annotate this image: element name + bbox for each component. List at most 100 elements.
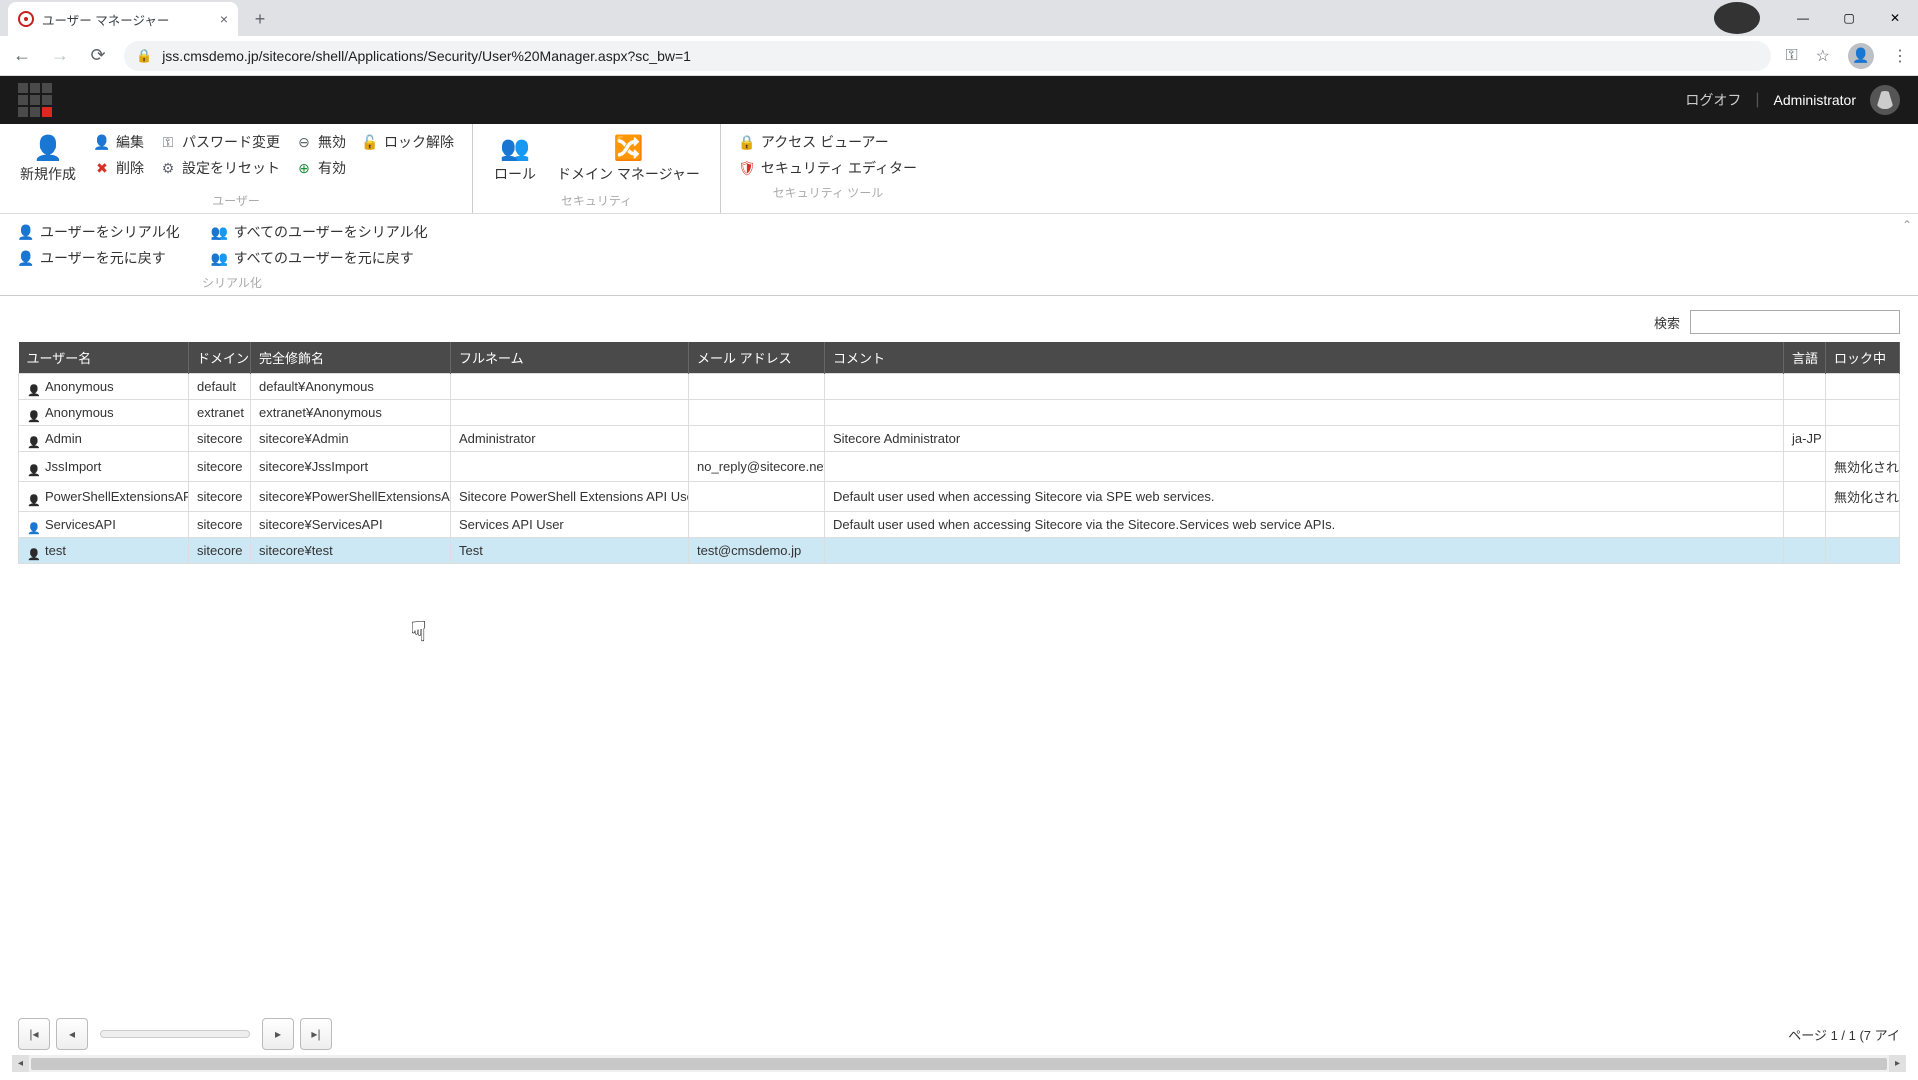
forward-button[interactable]: → bbox=[48, 45, 72, 66]
lock-icon: 🔒 bbox=[739, 134, 755, 150]
user-row-icon bbox=[27, 462, 39, 474]
app-header: ログオフ | Administrator bbox=[0, 76, 1918, 124]
star-icon[interactable]: ☆ bbox=[1816, 46, 1830, 66]
key-icon[interactable]: ⚿ bbox=[1785, 47, 1797, 65]
change-password-button[interactable]: ⚿パスワード変更 bbox=[154, 130, 286, 154]
edit-button[interactable]: 👤編集 bbox=[88, 130, 150, 154]
back-button[interactable]: ← bbox=[10, 45, 34, 66]
col-fullname[interactable]: フルネーム bbox=[451, 342, 689, 374]
table-row[interactable]: PowerShellExtensionsAPIsitecoresitecore¥… bbox=[19, 482, 1900, 512]
ribbon-group-label: ユーザー bbox=[12, 188, 460, 211]
user-icon: 👤 bbox=[18, 224, 34, 240]
ribbon-serialize: 👤ユーザーをシリアル化 👤ユーザーを元に戻す 👥すべてのユーザーをシリアル化 👥… bbox=[0, 214, 1918, 296]
window-controls: — ▢ ✕ bbox=[1714, 0, 1918, 36]
browser-tab[interactable]: ユーザー マネージャー × bbox=[8, 2, 238, 36]
scroll-right-icon[interactable]: ▸ bbox=[1889, 1055, 1906, 1072]
user-add-icon: 👤 bbox=[34, 134, 62, 162]
gear-icon: ⚙ bbox=[160, 160, 176, 176]
ribbon-group-label: セキュリティ ツール bbox=[733, 180, 923, 203]
serialize-all-button[interactable]: 👥すべてのユーザーをシリアル化 bbox=[206, 220, 434, 244]
role-button[interactable]: 👥 ロール bbox=[485, 130, 545, 188]
col-domain[interactable]: ドメイン bbox=[189, 342, 251, 374]
unlock-button[interactable]: 🔓ロック解除 bbox=[356, 130, 460, 154]
table-row[interactable]: Anonymousextranetextranet¥Anonymous bbox=[19, 400, 1900, 426]
cursor-icon: ☟ bbox=[410, 615, 427, 648]
shield-icon: 🛡 bbox=[739, 160, 755, 176]
next-page-button[interactable]: ▸ bbox=[262, 1018, 294, 1050]
ribbon-group-security-tools: 🔒アクセス ビューアー 🛡セキュリティ エディター セキュリティ ツール bbox=[721, 124, 935, 213]
search-bar: 検索 bbox=[0, 296, 1918, 342]
enable-button[interactable]: ⊕有効 bbox=[290, 156, 352, 180]
table-row[interactable]: JssImportsitecoresitecore¥JssImportno_re… bbox=[19, 452, 1900, 482]
prev-page-button[interactable]: ◂ bbox=[56, 1018, 88, 1050]
users-icon: 👥 bbox=[212, 224, 228, 240]
first-page-button[interactable]: |◂ bbox=[18, 1018, 50, 1050]
last-page-button[interactable]: ▸| bbox=[300, 1018, 332, 1050]
browser-address-bar: ← → ⟳ 🔒 jss.cmsdemo.jp/sitecore/shell/Ap… bbox=[0, 36, 1918, 76]
unlock-icon: 🔓 bbox=[362, 134, 378, 150]
ribbon: 👤 新規作成 👤編集 ✖削除 ⚿パスワード変更 ⚙設定をリセット ⊖無効 ⊕有効… bbox=[0, 124, 1918, 214]
pager-info: ページ 1 / 1 (7 アイ bbox=[1788, 1025, 1900, 1044]
table-row[interactable]: Anonymousdefaultdefault¥Anonymous bbox=[19, 374, 1900, 400]
scroll-thumb[interactable] bbox=[31, 1058, 1887, 1070]
search-label: 検索 bbox=[1654, 313, 1680, 332]
user-grid: ユーザー名 ドメイン 完全修飾名 フルネーム メール アドレス コメント 言語 … bbox=[0, 342, 1918, 564]
disable-button[interactable]: ⊖無効 bbox=[290, 130, 352, 154]
domain-icon: 🔀 bbox=[614, 134, 642, 162]
browser-profile-icon[interactable]: 👤 bbox=[1848, 43, 1874, 69]
disable-icon: ⊖ bbox=[296, 134, 312, 150]
access-viewer-button[interactable]: 🔒アクセス ビューアー bbox=[733, 130, 923, 154]
table-row[interactable]: Adminsitecoresitecore¥AdminAdministrator… bbox=[19, 426, 1900, 452]
user-row-icon bbox=[27, 520, 39, 532]
page-slider[interactable] bbox=[100, 1030, 250, 1038]
col-email[interactable]: メール アドレス bbox=[689, 342, 825, 374]
close-window-button[interactable]: ✕ bbox=[1872, 2, 1918, 34]
browser-menu-icon[interactable]: ⋮ bbox=[1892, 46, 1908, 66]
collapse-ribbon-icon[interactable]: ⌃ bbox=[1902, 218, 1912, 232]
new-user-button[interactable]: 👤 新規作成 bbox=[12, 130, 84, 188]
user-avatar-icon[interactable] bbox=[1870, 85, 1900, 115]
user-icon: 👤 bbox=[18, 250, 34, 266]
revert-user-button[interactable]: 👤ユーザーを元に戻す bbox=[12, 246, 186, 270]
scroll-left-icon[interactable]: ◂ bbox=[12, 1055, 29, 1072]
maximize-button[interactable]: ▢ bbox=[1826, 2, 1872, 34]
user-row-icon bbox=[27, 408, 39, 420]
delete-button[interactable]: ✖削除 bbox=[88, 156, 150, 180]
col-fqn[interactable]: 完全修飾名 bbox=[251, 342, 451, 374]
col-locked[interactable]: ロック中 bbox=[1826, 342, 1900, 374]
sitecore-logo[interactable] bbox=[18, 83, 52, 117]
search-input[interactable] bbox=[1690, 310, 1900, 334]
tab-close-icon[interactable]: × bbox=[220, 11, 228, 27]
col-username[interactable]: ユーザー名 bbox=[19, 342, 189, 374]
enable-icon: ⊕ bbox=[296, 160, 312, 176]
users-icon: 👥 bbox=[212, 250, 228, 266]
user-row-icon bbox=[27, 492, 39, 504]
pencil-icon: 👤 bbox=[94, 134, 110, 150]
reset-settings-button[interactable]: ⚙設定をリセット bbox=[154, 156, 286, 180]
ribbon-group-security: 👥 ロール 🔀 ドメイン マネージャー セキュリティ bbox=[473, 124, 721, 213]
new-tab-button[interactable]: + bbox=[246, 5, 274, 33]
col-lang[interactable]: 言語 bbox=[1784, 342, 1826, 374]
domain-manager-button[interactable]: 🔀 ドメイン マネージャー bbox=[549, 130, 708, 188]
lock-icon: 🔒 bbox=[136, 48, 152, 64]
tab-title: ユーザー マネージャー bbox=[42, 10, 169, 29]
ribbon-group-label: セキュリティ bbox=[485, 188, 708, 211]
browser-chrome: ユーザー マネージャー × + — ▢ ✕ ← → ⟳ 🔒 jss.cmsdem… bbox=[0, 0, 1918, 76]
user-row-icon bbox=[27, 546, 39, 558]
current-user-label: Administrator bbox=[1774, 92, 1856, 108]
serialize-user-button[interactable]: 👤ユーザーをシリアル化 bbox=[12, 220, 186, 244]
table-row[interactable]: testsitecoresitecore¥testTesttest@cmsdem… bbox=[19, 538, 1900, 564]
security-editor-button[interactable]: 🛡セキュリティ エディター bbox=[733, 156, 923, 180]
revert-all-button[interactable]: 👥すべてのユーザーを元に戻す bbox=[206, 246, 434, 270]
profile-badge[interactable] bbox=[1714, 2, 1760, 34]
col-comment[interactable]: コメント bbox=[825, 342, 1784, 374]
table-row[interactable]: ServicesAPIsitecoresitecore¥ServicesAPIS… bbox=[19, 512, 1900, 538]
minimize-button[interactable]: — bbox=[1780, 2, 1826, 34]
tab-favicon bbox=[18, 11, 34, 27]
user-row-icon bbox=[27, 434, 39, 446]
url-input[interactable]: 🔒 jss.cmsdemo.jp/sitecore/shell/Applicat… bbox=[124, 41, 1771, 71]
ribbon-group-users: 👤 新規作成 👤編集 ✖削除 ⚿パスワード変更 ⚙設定をリセット ⊖無効 ⊕有効… bbox=[0, 124, 473, 213]
reload-button[interactable]: ⟳ bbox=[86, 45, 110, 66]
logoff-link[interactable]: ログオフ bbox=[1685, 90, 1741, 110]
horizontal-scrollbar[interactable]: ◂ ▸ bbox=[12, 1055, 1906, 1072]
